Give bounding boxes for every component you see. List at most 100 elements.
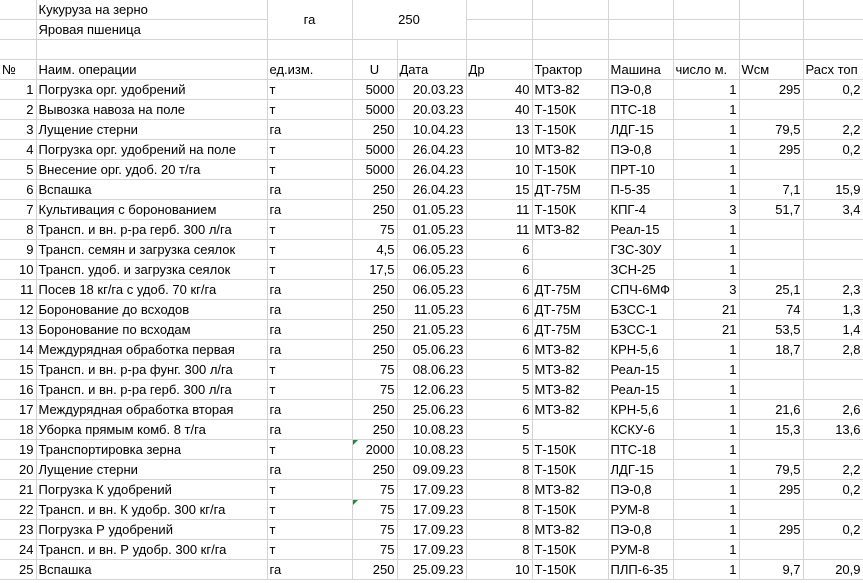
spreadsheet[interactable]: Кукуруза на зерно га 250 Яровая пшеница xyxy=(0,0,863,583)
operation-name-cell[interactable]: Погрузка Р удобрений xyxy=(36,519,268,540)
row-number-cell[interactable]: 8 xyxy=(0,219,37,240)
days-cell[interactable]: 11 xyxy=(466,219,533,240)
date-cell[interactable]: 11.05.23 xyxy=(397,299,467,320)
shift-output-cell[interactable] xyxy=(739,539,804,560)
tractor-cell[interactable]: МТЗ-82 xyxy=(532,219,609,240)
volume-cell[interactable]: 250 xyxy=(352,459,398,480)
volume-cell[interactable]: 250 xyxy=(352,339,398,360)
fuel-consumption-cell[interactable]: 1,4 xyxy=(803,319,863,340)
volume-cell[interactable]: 17,5 xyxy=(352,259,398,280)
machine-count-cell[interactable]: 3 xyxy=(673,199,740,220)
shift-output-cell[interactable] xyxy=(739,239,804,260)
cell[interactable] xyxy=(803,19,863,40)
machine-cell[interactable]: ЛДГ-15 xyxy=(608,119,674,140)
tractor-cell[interactable]: ДТ-75М xyxy=(532,279,609,300)
shift-output-cell[interactable]: 295 xyxy=(739,479,804,500)
days-cell[interactable]: 5 xyxy=(466,439,533,460)
unit-cell[interactable]: га xyxy=(267,319,353,340)
machine-count-cell[interactable]: 21 xyxy=(673,319,740,340)
tractor-cell[interactable]: Т-150К xyxy=(532,99,609,120)
days-cell[interactable]: 6 xyxy=(466,339,533,360)
volume-cell[interactable]: 75 xyxy=(352,219,398,240)
volume-cell[interactable]: 250 xyxy=(352,559,398,580)
tractor-cell[interactable]: МТЗ-82 xyxy=(532,379,609,400)
crop-name-cell[interactable]: Кукуруза на зерно xyxy=(36,0,268,20)
operation-name-cell[interactable]: Трансп. удоб. и загрузка сеялок xyxy=(36,259,268,280)
row-number-cell[interactable]: 10 xyxy=(0,259,37,280)
operation-name-cell[interactable]: Трансп. и вн. К удобр. 300 кг/га xyxy=(36,499,268,520)
operation-name-cell[interactable]: Боронование до всходов xyxy=(36,299,268,320)
tractor-cell[interactable]: МТЗ-82 xyxy=(532,339,609,360)
column-header-shift-output[interactable]: Wсм xyxy=(739,59,804,80)
volume-cell[interactable]: 5000 xyxy=(352,79,398,100)
shift-output-cell[interactable]: 15,3 xyxy=(739,419,804,440)
date-cell[interactable]: 25.06.23 xyxy=(397,399,467,420)
shift-output-cell[interactable] xyxy=(739,219,804,240)
operation-name-cell[interactable]: Трансп. семян и загрузка сеялок xyxy=(36,239,268,260)
cell[interactable] xyxy=(803,39,863,60)
machine-cell[interactable]: КРН-5,6 xyxy=(608,399,674,420)
machine-cell[interactable]: ПЛП-6-35 xyxy=(608,559,674,580)
operation-name-cell[interactable]: Трансп. и вн. р-ра герб. 300 л/га xyxy=(36,219,268,240)
operation-name-cell[interactable]: Трансп. и вн. р-ра фунг. 300 л/га xyxy=(36,359,268,380)
unit-cell[interactable]: т xyxy=(267,219,353,240)
days-cell[interactable]: 10 xyxy=(466,159,533,180)
days-cell[interactable]: 8 xyxy=(466,459,533,480)
machine-cell[interactable]: ПТС-18 xyxy=(608,99,674,120)
shift-output-cell[interactable]: 18,7 xyxy=(739,339,804,360)
machine-cell[interactable]: П-5-35 xyxy=(608,179,674,200)
shift-output-cell[interactable] xyxy=(739,259,804,280)
unit-cell[interactable]: т xyxy=(267,99,353,120)
machine-cell[interactable]: ПЭ-0,8 xyxy=(608,79,674,100)
volume-cell[interactable]: 4,5 xyxy=(352,239,398,260)
cell[interactable] xyxy=(466,39,533,60)
tractor-cell[interactable] xyxy=(532,259,609,280)
machine-cell[interactable]: РУМ-8 xyxy=(608,539,674,560)
days-cell[interactable]: 5 xyxy=(466,359,533,380)
date-cell[interactable]: 20.03.23 xyxy=(397,99,467,120)
volume-cell[interactable]: 250 xyxy=(352,279,398,300)
machine-cell[interactable]: КРН-5,6 xyxy=(608,339,674,360)
fuel-consumption-cell[interactable]: 1,3 xyxy=(803,299,863,320)
tractor-cell[interactable]: Т-150К xyxy=(532,119,609,140)
tractor-cell[interactable]: МТЗ-82 xyxy=(532,519,609,540)
tractor-cell[interactable]: Т-150К xyxy=(532,499,609,520)
volume-cell[interactable]: 75 xyxy=(352,519,398,540)
fuel-consumption-cell[interactable] xyxy=(803,219,863,240)
row-number-cell[interactable]: 19 xyxy=(0,439,37,460)
operation-name-cell[interactable]: Трансп. и вн. р-ра герб. 300 л/га xyxy=(36,379,268,400)
date-cell[interactable]: 10.08.23 xyxy=(397,439,467,460)
machine-count-cell[interactable]: 1 xyxy=(673,119,740,140)
cell[interactable] xyxy=(352,39,398,60)
date-cell[interactable]: 26.04.23 xyxy=(397,159,467,180)
days-cell[interactable]: 6 xyxy=(466,259,533,280)
date-cell[interactable]: 06.05.23 xyxy=(397,239,467,260)
cell[interactable] xyxy=(36,39,268,60)
machine-cell[interactable]: КСКУ-6 xyxy=(608,419,674,440)
unit-cell[interactable]: т xyxy=(267,159,353,180)
volume-cell[interactable]: 250 xyxy=(352,299,398,320)
date-cell[interactable]: 12.06.23 xyxy=(397,379,467,400)
cell[interactable] xyxy=(466,0,533,20)
row-number-cell[interactable]: 4 xyxy=(0,139,37,160)
volume-cell[interactable]: 250 xyxy=(352,119,398,140)
cell[interactable] xyxy=(739,0,804,20)
cell[interactable] xyxy=(673,19,740,40)
row-number-cell[interactable]: 15 xyxy=(0,359,37,380)
volume-cell[interactable]: 2000 xyxy=(352,439,398,460)
tractor-cell[interactable]: Т-150К xyxy=(532,539,609,560)
date-cell[interactable]: 10.08.23 xyxy=(397,419,467,440)
volume-cell[interactable]: 75 xyxy=(352,539,398,560)
days-cell[interactable]: 10 xyxy=(466,139,533,160)
area-value-cell[interactable]: 250 xyxy=(352,0,467,40)
unit-cell[interactable]: га xyxy=(267,339,353,360)
cell[interactable] xyxy=(532,0,609,20)
days-cell[interactable]: 15 xyxy=(466,179,533,200)
shift-output-cell[interactable] xyxy=(739,439,804,460)
unit-cell[interactable]: т xyxy=(267,439,353,460)
fuel-consumption-cell[interactable] xyxy=(803,159,863,180)
days-cell[interactable]: 5 xyxy=(466,419,533,440)
shift-output-cell[interactable] xyxy=(739,99,804,120)
fuel-consumption-cell[interactable]: 15,9 xyxy=(803,179,863,200)
machine-count-cell[interactable]: 1 xyxy=(673,539,740,560)
